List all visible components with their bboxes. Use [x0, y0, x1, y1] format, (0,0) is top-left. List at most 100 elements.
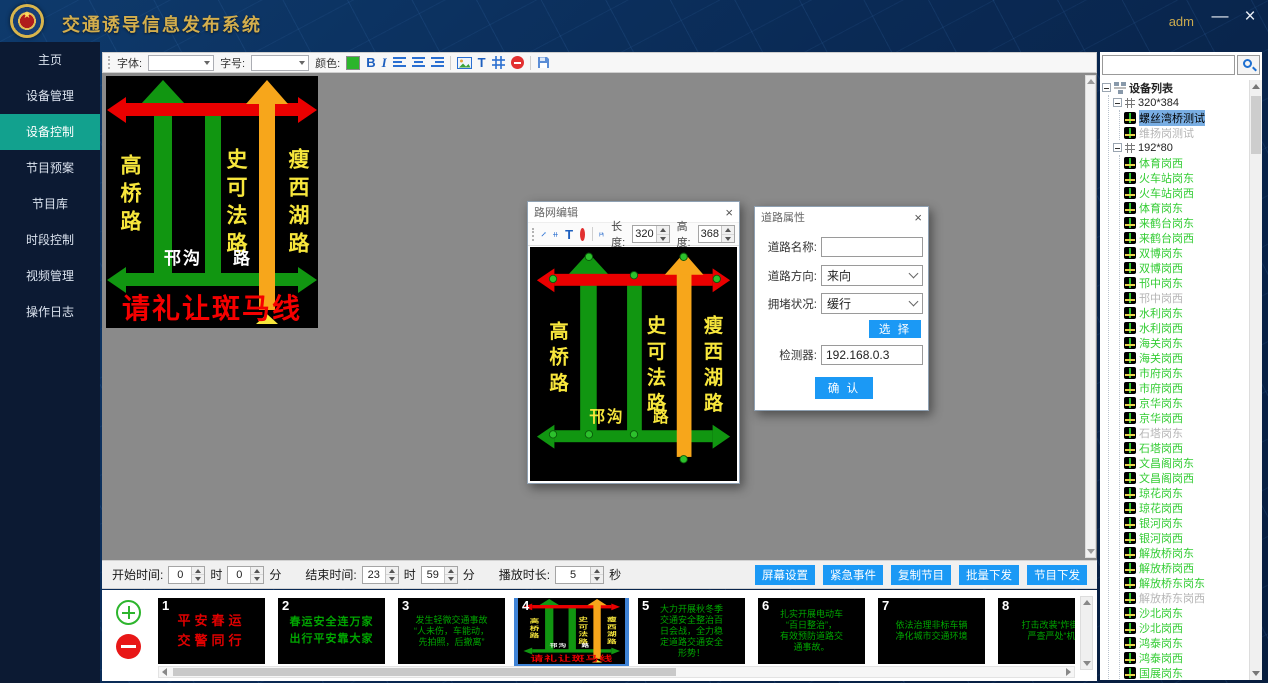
program-thumbnail-3[interactable]: 3发生轻微交通事故“人未伤，车能动，先拍照，后撤离” [398, 598, 505, 664]
detector-input[interactable] [821, 345, 923, 365]
select-button[interactable]: 选 择 [869, 320, 921, 338]
duration-stepper[interactable]: 5 [555, 566, 604, 584]
device-item[interactable]: 海关岗东 [1124, 335, 1248, 350]
device-item[interactable]: 石塔岗西 [1124, 440, 1248, 455]
start-hour-stepper[interactable]: 0 [168, 566, 205, 584]
canvas-vertical-scrollbar[interactable] [1085, 75, 1096, 558]
node-handle[interactable] [630, 430, 638, 438]
device-item[interactable]: 来鹤台岗西 [1124, 230, 1248, 245]
node-handle[interactable] [549, 430, 557, 438]
program-thumbnail-8[interactable]: 8打击改装“炸街”严查严处“机 [998, 598, 1075, 664]
device-item[interactable]: 解放桥岗东 [1124, 545, 1248, 560]
color-swatch[interactable] [346, 56, 360, 70]
device-item[interactable]: 螺丝湾桥测试 [1124, 110, 1248, 125]
node-handle[interactable] [630, 271, 638, 279]
device-item[interactable]: 石塔岗东 [1124, 425, 1248, 440]
sidebar-item-节目库[interactable]: 节目库 [0, 186, 100, 222]
height-stepper[interactable]: 368 [698, 225, 735, 243]
size-select[interactable] [251, 55, 309, 71]
device-item[interactable]: 维扬岗测试 [1124, 125, 1248, 140]
save-icon[interactable] [537, 56, 550, 69]
expander-icon[interactable] [1102, 83, 1111, 92]
device-item[interactable]: 琼花岗东 [1124, 485, 1248, 500]
node-handle[interactable] [680, 253, 688, 261]
close-button[interactable]: × [1238, 6, 1262, 28]
playlist-horizontal-scrollbar[interactable] [158, 666, 1075, 678]
device-item[interactable]: 市府岗西 [1124, 380, 1248, 395]
device-item[interactable]: 来鹤台岗东 [1124, 215, 1248, 230]
device-item[interactable]: 解放桥东岗东 [1124, 575, 1248, 590]
minimize-button[interactable]: — [1208, 6, 1232, 26]
device-item[interactable]: 京华岗西 [1124, 410, 1248, 425]
align-left-icon[interactable] [393, 57, 406, 68]
sidebar-item-主页[interactable]: 主页 [0, 42, 100, 78]
device-item[interactable]: 沙北岗东 [1124, 605, 1248, 620]
insert-image-icon[interactable] [457, 57, 472, 69]
sidebar-item-设备控制[interactable]: 设备控制 [0, 114, 100, 150]
program-thumbnail-7[interactable]: 7依法治理非标车辆净化城市交通环境 [878, 598, 985, 664]
device-item[interactable]: 鸿泰岗西 [1124, 650, 1248, 665]
action-复制节目[interactable]: 复制节目 [891, 565, 951, 585]
delete-tool-icon[interactable] [580, 228, 585, 241]
italic-button[interactable]: I [382, 56, 387, 69]
device-item[interactable]: 体育岗东 [1124, 200, 1248, 215]
scroll-left-arrow[interactable] [162, 668, 167, 676]
action-批量下发[interactable]: 批量下发 [959, 565, 1019, 585]
program-thumbnail-6[interactable]: 6扎实开展电动车“百日整治”，有效预防道路交通事故。 [758, 598, 865, 664]
device-item[interactable]: 市府岗东 [1124, 365, 1248, 380]
scrollbar-thumb[interactable] [1251, 96, 1261, 154]
device-item[interactable]: 水利岗东 [1124, 305, 1248, 320]
scroll-right-arrow[interactable] [1066, 668, 1071, 676]
device-item[interactable]: 京华岗东 [1124, 395, 1248, 410]
sidebar-item-操作日志[interactable]: 操作日志 [0, 294, 100, 330]
text-tool-button[interactable]: T [565, 228, 573, 241]
bold-button[interactable]: B [366, 56, 375, 69]
editor-canvas[interactable]: 高桥路史可法路瘦西湖路邗沟路 [530, 247, 737, 481]
tree-scrollbar[interactable] [1249, 80, 1262, 680]
device-item[interactable]: 国展岗东 [1124, 665, 1248, 680]
font-select[interactable] [148, 55, 214, 71]
expander-icon[interactable] [1113, 98, 1122, 107]
expander-icon[interactable] [1113, 143, 1122, 152]
design-canvas[interactable]: 高桥路史可法路瘦西湖路邗沟路请礼让斑马线 路网编辑 × T 长度: 3 [102, 73, 1097, 560]
device-item[interactable]: 水利岗西 [1124, 320, 1248, 335]
device-item[interactable]: 沙北岗西 [1124, 620, 1248, 635]
node-handle[interactable] [680, 455, 688, 463]
roadnet-tool-icon[interactable] [553, 228, 558, 241]
end-minute-stepper[interactable]: 59 [421, 566, 458, 584]
device-item[interactable]: 邗中岗东 [1124, 275, 1248, 290]
action-屏幕设置[interactable]: 屏幕设置 [755, 565, 815, 585]
device-item[interactable]: 银河岗东 [1124, 515, 1248, 530]
confirm-button[interactable]: 确 认 [815, 377, 873, 399]
roadnet-tool-icon[interactable] [492, 56, 505, 69]
add-program-button[interactable] [116, 600, 141, 625]
align-center-icon[interactable] [412, 57, 425, 68]
action-紧急事件[interactable]: 紧急事件 [823, 565, 883, 585]
search-button[interactable] [1237, 55, 1260, 75]
username-label[interactable]: adm [1169, 14, 1194, 29]
line-tool-icon[interactable] [541, 228, 546, 241]
device-item[interactable]: 文昌阁岗西 [1124, 470, 1248, 485]
road-name-input[interactable] [821, 237, 923, 257]
node-handle[interactable] [713, 275, 721, 283]
device-item[interactable]: 火车站岗西 [1124, 185, 1248, 200]
device-item[interactable]: 解放桥东岗西 [1124, 590, 1248, 605]
close-icon[interactable]: × [914, 210, 922, 225]
congestion-select[interactable]: 缓行 [821, 293, 923, 314]
device-item[interactable]: 鸿泰岗东 [1124, 635, 1248, 650]
end-hour-stepper[interactable]: 23 [362, 566, 399, 584]
device-item[interactable]: 体育岗西 [1124, 155, 1248, 170]
program-thumbnail-5[interactable]: 5大力开展秋冬季交通安全整治百日会战，全力稳定道路交通安全形势！ [638, 598, 745, 664]
sidebar-item-节目预案[interactable]: 节目预案 [0, 150, 100, 186]
node-handle[interactable] [585, 253, 593, 261]
tree-root[interactable]: 设备列表 [1102, 80, 1248, 95]
program-thumbnail-1[interactable]: 1平安春运交警同行 [158, 598, 265, 664]
sidebar-item-时段控制[interactable]: 时段控制 [0, 222, 100, 258]
action-节目下发[interactable]: 节目下发 [1027, 565, 1087, 585]
device-item[interactable]: 邗中岗西 [1124, 290, 1248, 305]
align-right-icon[interactable] [431, 57, 444, 68]
delete-tool-icon[interactable] [511, 56, 524, 69]
scroll-down-arrow[interactable] [1087, 549, 1095, 554]
road-direction-select[interactable]: 来向 [821, 265, 923, 286]
remove-program-button[interactable] [116, 634, 141, 659]
